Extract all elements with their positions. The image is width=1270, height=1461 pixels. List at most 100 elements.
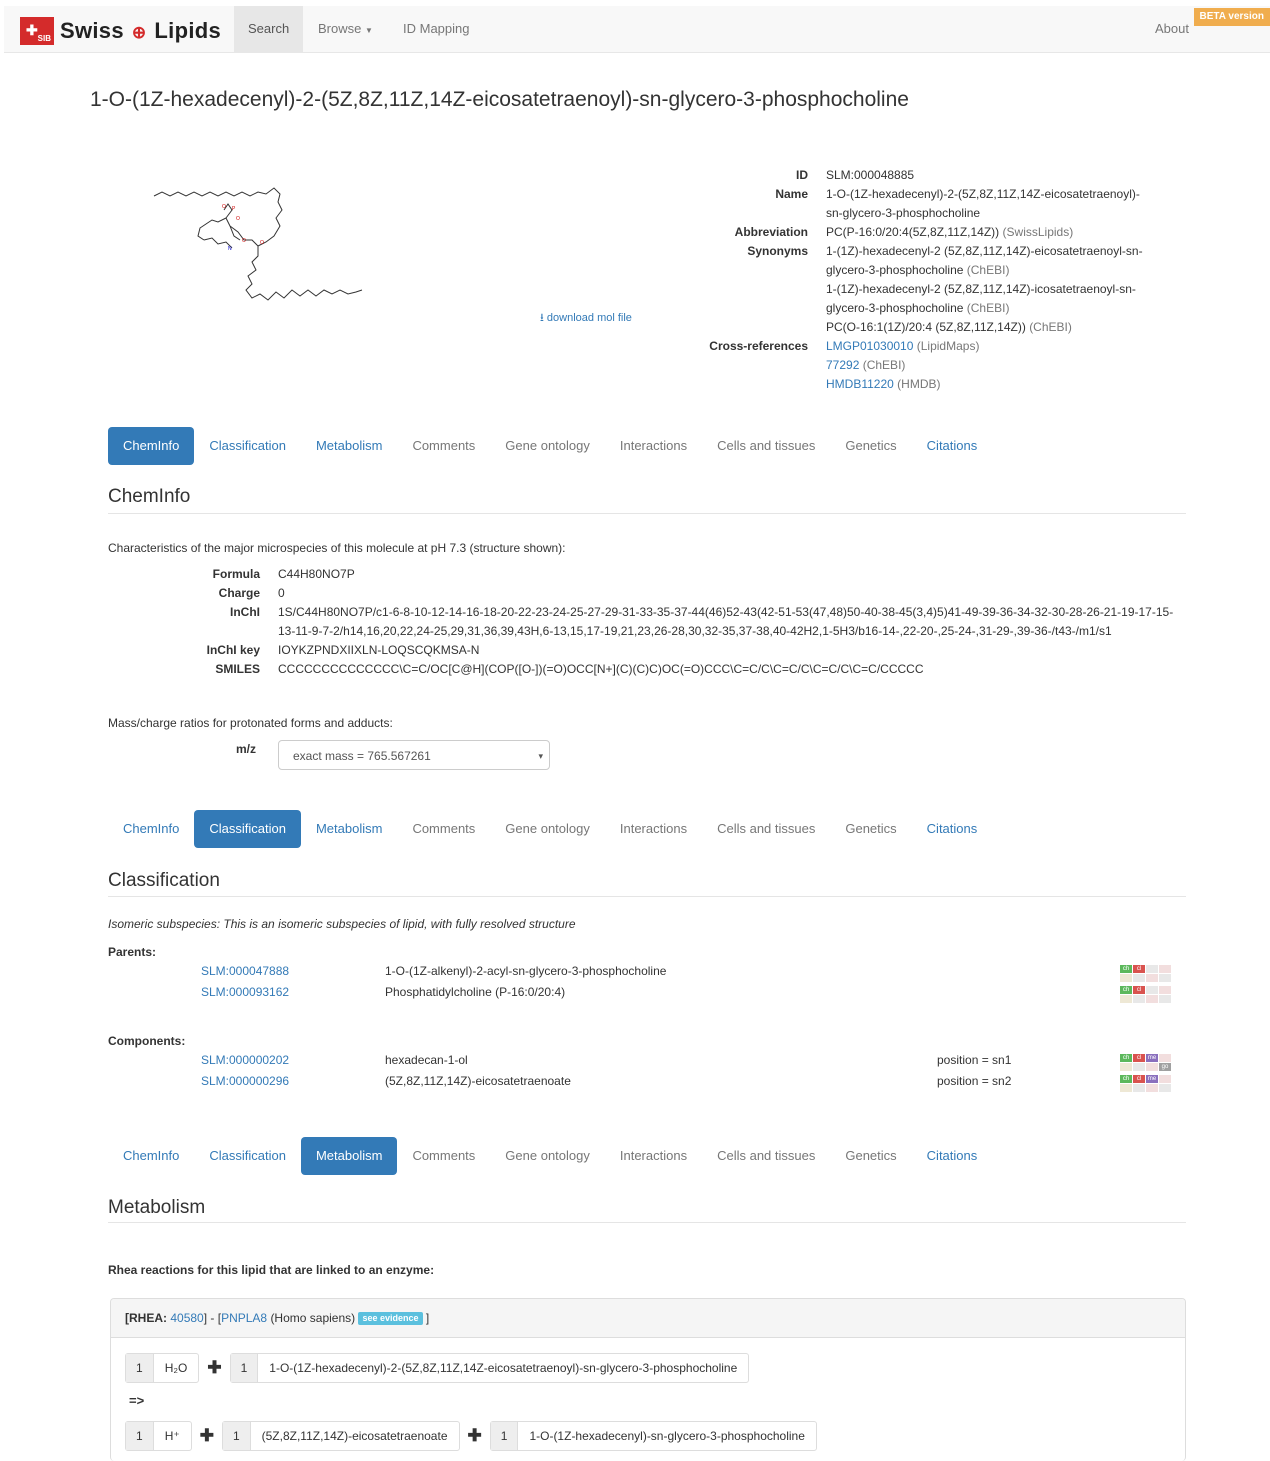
- tab-classification[interactable]: Classification: [194, 810, 301, 848]
- svg-text:O: O: [222, 204, 226, 210]
- compound-box[interactable]: 1 (5Z,8Z,11Z,14Z)-eicosatetraenoate: [221, 1421, 460, 1451]
- reaction-arrow: =>: [129, 1393, 145, 1408]
- ontology-badges[interactable]: ch cl: [1120, 985, 1174, 1005]
- component-id-link[interactable]: SLM:000000296: [201, 1074, 289, 1088]
- rhea-reaction-header: [RHEA: 40580] - [PNPLA8 (Homo sapiens) s…: [111, 1299, 1185, 1338]
- tab-classification[interactable]: Classification: [194, 427, 301, 465]
- brand-logo[interactable]: ✚ SIB Swiss ⊕ Lipids: [20, 16, 221, 46]
- download-icon: ⭳: [540, 312, 544, 324]
- xref-hmdb-link[interactable]: HMDB11220: [826, 377, 894, 391]
- name-label: Name: [775, 187, 808, 201]
- reaction-lhs: 1 H₂O ✚ 1 1-O-(1Z-hexadecenyl)-2-(5Z,8Z,11…: [125, 1353, 750, 1383]
- tabs-metabolism: ChemInfo Classification Metabolism Comme…: [108, 1137, 992, 1175]
- svg-text:P: P: [232, 206, 236, 212]
- cheminfo-table: Formula C44H80NO7P Charge 0 InChI 1S/C44H80…: [108, 565, 1178, 679]
- ontology-badges[interactable]: ch cl me: [1120, 1074, 1174, 1094]
- charge-label: Charge: [218, 586, 260, 600]
- sib-logo-icon: ✚ SIB: [20, 17, 54, 45]
- classification-heading: Classification: [108, 870, 220, 891]
- tab-interactions[interactable]: Interactions: [605, 810, 702, 848]
- tab-citations[interactable]: Citations: [912, 810, 993, 848]
- plus-icon: ✚: [467, 1426, 482, 1445]
- component-row: SLM:000000202 hexadecan-1-ol position = …: [0, 1053, 1270, 1073]
- divider: [108, 896, 1186, 897]
- rhea-intro: Rhea reactions for this lipid that are l…: [108, 1263, 435, 1277]
- rhea-id-link[interactable]: 40580: [170, 1311, 203, 1325]
- inchikey-value: IOYKZPNDXIIXLN-LOQSCQKMSA-N: [278, 643, 480, 657]
- parents-label: Parents:: [108, 945, 157, 959]
- mz-select[interactable]: exact mass = 765.567261 ▾: [278, 740, 550, 770]
- component-position: position = sn1: [937, 1053, 1012, 1067]
- inchi-value: 1S/C44H80NO7P/c1-6-8-10-12-14-16-18-20-2…: [278, 605, 1174, 638]
- svg-text:O: O: [260, 240, 264, 246]
- tab-gene-ontology[interactable]: Gene ontology: [490, 427, 605, 465]
- tab-comments[interactable]: Comments: [397, 427, 490, 465]
- compound-box[interactable]: 1 1-O-(1Z-hexadecenyl)-2-(5Z,8Z,11Z,14Z-e…: [229, 1353, 750, 1383]
- tab-gene-ontology[interactable]: Gene ontology: [490, 1137, 605, 1175]
- tab-citations[interactable]: Citations: [912, 427, 993, 465]
- mass-intro: Mass/charge ratios for protonated forms …: [108, 716, 393, 730]
- tab-interactions[interactable]: Interactions: [605, 1137, 702, 1175]
- tab-metabolism[interactable]: Metabolism: [300, 1137, 398, 1175]
- formula-label: Formula: [212, 567, 260, 581]
- compound-box[interactable]: 1 H⁺: [125, 1421, 192, 1451]
- svg-text:O: O: [236, 216, 240, 222]
- tab-cheminfo[interactable]: ChemInfo: [108, 1137, 194, 1175]
- smiles-value: CCCCCCCCCCCCCC\C=C/OC[C@H](COP([O-])(=O)…: [278, 662, 924, 676]
- compound-box[interactable]: 1 H₂O: [125, 1353, 200, 1383]
- tab-comments[interactable]: Comments: [397, 810, 490, 848]
- see-evidence-button[interactable]: see evidence: [358, 1312, 423, 1326]
- parent-id-link[interactable]: SLM:000093162: [201, 985, 289, 999]
- parent-id-link[interactable]: SLM:000047888: [201, 964, 289, 978]
- tab-interactions[interactable]: Interactions: [605, 427, 702, 465]
- tab-classification[interactable]: Classification: [194, 1137, 301, 1175]
- tab-cells-and-tissues[interactable]: Cells and tissues: [702, 427, 830, 465]
- charge-value: 0: [278, 586, 285, 600]
- tab-cheminfo[interactable]: ChemInfo: [108, 427, 195, 465]
- caret-down-icon: ▼: [364, 26, 373, 35]
- tab-metabolism[interactable]: Metabolism: [301, 427, 397, 465]
- divider: [108, 1222, 1186, 1223]
- tab-genetics[interactable]: Genetics: [830, 810, 911, 848]
- nav-search[interactable]: Search: [234, 6, 304, 52]
- plus-icon: ✚: [199, 1426, 214, 1445]
- cheminfo-intro: Characteristics of the major microspecie…: [108, 541, 566, 555]
- components-label: Components:: [108, 1034, 186, 1048]
- smiles-label: SMILES: [215, 662, 260, 676]
- tab-cheminfo[interactable]: ChemInfo: [108, 810, 194, 848]
- tab-gene-ontology[interactable]: Gene ontology: [490, 810, 605, 848]
- ontology-badges[interactable]: ch cl me go: [1120, 1053, 1174, 1073]
- name-value: 1-O-(1Z-hexadecenyl)-2-(5Z,8Z,11Z,14Z-ei…: [826, 187, 1140, 220]
- parent-row: SLM:000047888 1-O-(1Z-alkenyl)-2-acyl-sn…: [0, 964, 1270, 984]
- tab-citations[interactable]: Citations: [912, 1137, 993, 1175]
- metabolism-heading: Metabolism: [108, 1197, 206, 1218]
- tabs-cheminfo: ChemInfo Classification Metabolism Comme…: [108, 427, 992, 465]
- nav-browse[interactable]: Browse ▼: [304, 6, 387, 52]
- download-mol-link[interactable]: ⭳ download mol file: [540, 309, 632, 328]
- enzyme-link[interactable]: PNPLA8: [221, 1311, 267, 1325]
- ontology-badges[interactable]: ch cl: [1120, 964, 1174, 984]
- cross-references-value: LMGP01030010 (LipidMaps) 77292 (ChEBI) H…: [826, 339, 980, 391]
- subspecies-note: Isomeric subspecies: This is an isomeric…: [108, 917, 576, 931]
- tab-cells-and-tissues[interactable]: Cells and tissues: [702, 1137, 830, 1175]
- rhea-reaction-panel: [RHEA: 40580] - [PNPLA8 (Homo sapiens) s…: [110, 1298, 1186, 1461]
- molecule-structure-image: O POO O N: [153, 187, 363, 301]
- compound-box[interactable]: 1 1-O-(1Z-hexadecenyl)-sn-glycero-3-phosp…: [489, 1421, 817, 1451]
- component-position: position = sn2: [937, 1074, 1012, 1088]
- tab-genetics[interactable]: Genetics: [830, 1137, 911, 1175]
- cheminfo-heading: ChemInfo: [108, 486, 191, 507]
- xref-lipidmaps-link[interactable]: LMGP01030010: [826, 339, 913, 353]
- tab-cells-and-tissues[interactable]: Cells and tissues: [702, 810, 830, 848]
- parent-name: 1-O-(1Z-alkenyl)-2-acyl-sn-glycero-3-pho…: [385, 964, 667, 978]
- tab-genetics[interactable]: Genetics: [830, 427, 911, 465]
- xref-chebi-link[interactable]: 77292: [826, 358, 859, 372]
- nav-id-mapping[interactable]: ID Mapping: [389, 6, 483, 52]
- tab-comments[interactable]: Comments: [397, 1137, 490, 1175]
- tab-metabolism[interactable]: Metabolism: [301, 810, 397, 848]
- parent-row: SLM:000093162 Phosphatidylcholine (P-16:…: [0, 985, 1270, 1005]
- component-id-link[interactable]: SLM:000000202: [201, 1053, 289, 1067]
- page-title: 1-O-(1Z-hexadecenyl)-2-(5Z,8Z,11Z,14Z-ei…: [90, 88, 909, 111]
- inchi-label: InChI: [230, 605, 260, 619]
- svg-text:O: O: [242, 238, 246, 244]
- mz-label: m/z: [236, 742, 257, 756]
